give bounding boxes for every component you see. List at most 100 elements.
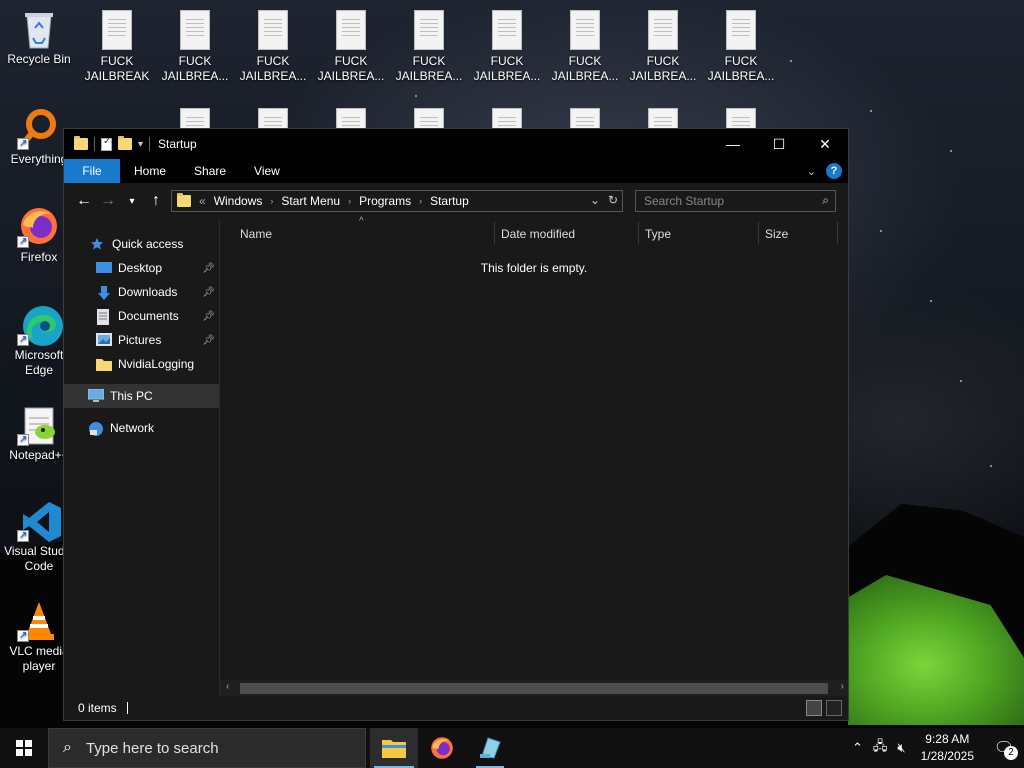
pin-icon[interactable]: 📌︎ — [202, 311, 215, 322]
column-divider[interactable] — [837, 222, 838, 244]
nav-item-label: Documents — [118, 309, 179, 323]
nav-item-quick-access[interactable]: Quick access — [64, 232, 219, 256]
pin-icon[interactable]: 📌︎ — [202, 287, 215, 298]
title-bar[interactable]: ▾ Startup — ☐ ✕ — [64, 129, 848, 159]
status-divider — [126, 702, 128, 714]
details-view-button[interactable] — [806, 700, 822, 716]
network-status-icon[interactable]: 🖧︎ — [873, 737, 888, 759]
address-bar[interactable]: « Windows › Start Menu › Programs › Star… — [171, 190, 623, 212]
desktop-icon-label: Recycle Bin — [7, 52, 71, 66]
ribbon-right-controls: ⌄ ? — [807, 163, 842, 179]
desktop-file-label: FUCK JAILBREA... — [473, 54, 541, 83]
column-header-date-modified[interactable]: Date modified — [501, 227, 575, 241]
breadcrumb-start-menu[interactable]: Start Menu — [281, 194, 340, 208]
action-center-button[interactable]: 🗨︎ 2 — [984, 728, 1024, 768]
pictures-icon — [96, 333, 112, 347]
show-hidden-icons-chevron-icon[interactable]: ⌃ — [852, 740, 863, 756]
taskbar-app-notepadpp[interactable] — [466, 728, 514, 768]
refresh-icon[interactable]: ↻ — [608, 193, 618, 207]
text-file-icon — [180, 10, 210, 50]
tab-view[interactable]: View — [240, 159, 294, 183]
taskbar-search-input[interactable] — [83, 738, 348, 758]
desktop-file-icon[interactable]: FUCK JAILBREA... — [703, 10, 779, 84]
text-file-icon — [648, 10, 678, 50]
scrollbar-thumb[interactable] — [240, 683, 828, 694]
tab-home[interactable]: Home — [120, 159, 180, 183]
maximize-button[interactable]: ☐ — [756, 129, 802, 159]
notepadpp-icon — [480, 737, 501, 759]
scroll-left-icon[interactable]: ‹ — [226, 681, 229, 692]
clock-date: 1/28/2025 — [920, 749, 974, 763]
forward-arrow-icon[interactable]: → — [96, 192, 120, 210]
taskbar-app-file-explorer[interactable] — [370, 728, 418, 768]
file-explorer-window[interactable]: ▾ Startup — ☐ ✕ File Home Share View ⌄ ?… — [63, 128, 849, 721]
nav-item-network[interactable]: Network — [64, 416, 219, 440]
new-folder-icon[interactable] — [118, 136, 132, 150]
breadcrumb-windows[interactable]: Windows — [214, 194, 263, 208]
nav-item-this-pc[interactable]: This PC — [64, 384, 219, 408]
chevron-right-icon[interactable]: › — [419, 196, 422, 206]
nav-item-pictures[interactable]: Pictures 📌︎ — [64, 328, 219, 352]
back-arrow-icon[interactable]: ← — [72, 192, 96, 210]
desktop-file-icon[interactable]: FUCK JAILBREA... — [547, 10, 623, 84]
nav-item-desktop[interactable]: Desktop 📌︎ — [64, 256, 219, 280]
breadcrumb-startup[interactable]: Startup — [430, 194, 469, 208]
clock[interactable]: 9:28 AM 1/28/2025 — [921, 731, 974, 765]
volume-muted-icon[interactable]: 🔇︎ — [897, 740, 905, 756]
folder-icon — [96, 357, 112, 371]
scroll-right-icon[interactable]: › — [841, 681, 844, 692]
tab-file[interactable]: File — [64, 159, 120, 183]
text-file-icon — [414, 10, 444, 50]
nav-item-documents[interactable]: Documents 📌︎ — [64, 304, 219, 328]
search-icon: ⌕ — [63, 739, 72, 756]
help-icon[interactable]: ? — [826, 163, 842, 179]
chevron-right-icon[interactable]: › — [348, 196, 351, 206]
desktop-file-icon[interactable]: FUCK JAILBREAK — [79, 10, 155, 84]
desktop-file-icon[interactable]: FUCK JAILBREA... — [313, 10, 389, 84]
horizontal-scrollbar[interactable]: ‹ › — [220, 680, 848, 696]
window-title: Startup — [158, 137, 197, 151]
start-button[interactable] — [0, 728, 48, 768]
column-divider[interactable] — [494, 222, 495, 244]
taskbar-app-firefox[interactable] — [418, 728, 466, 768]
breadcrumb-programs[interactable]: Programs — [359, 194, 411, 208]
column-header-type[interactable]: Type — [645, 227, 671, 241]
desktop-file-icon[interactable]: FUCK JAILBREA... — [235, 10, 311, 84]
desktop-icon-recycle-bin[interactable]: Recycle Bin — [1, 8, 77, 67]
shortcut-arrow-icon — [17, 136, 29, 151]
tab-share[interactable]: Share — [180, 159, 240, 183]
properties-icon[interactable] — [101, 136, 112, 151]
pin-icon[interactable]: 📌︎ — [202, 263, 215, 274]
recent-locations-chevron-icon[interactable]: ▾ — [120, 196, 144, 207]
pin-icon[interactable]: 📌︎ — [202, 335, 215, 346]
address-history-chevron-icon[interactable]: ⌄ — [590, 193, 600, 207]
taskbar-search-box[interactable]: ⌕ — [48, 728, 366, 768]
navigation-pane[interactable]: Quick access Desktop 📌︎ Downloads 📌︎ Doc… — [64, 219, 220, 696]
text-file-icon — [102, 10, 132, 50]
chevron-right-icon[interactable]: › — [270, 196, 273, 206]
up-arrow-icon[interactable]: ↑ — [144, 192, 168, 210]
nav-item-label: Network — [110, 421, 155, 435]
close-button[interactable]: ✕ — [802, 129, 848, 159]
search-box[interactable]: ⌕ — [635, 190, 836, 212]
desktop-file-label: FUCK JAILBREAK — [84, 54, 150, 83]
search-input[interactable] — [642, 193, 816, 209]
nav-item-nvidialogging[interactable]: NvidiaLogging — [64, 352, 219, 376]
file-list-pane[interactable]: ^ Name Date modified Type Size This fold… — [220, 216, 848, 696]
desktop-file-icon[interactable]: FUCK JAILBREA... — [157, 10, 233, 84]
minimize-button[interactable]: — — [710, 129, 756, 159]
column-divider[interactable] — [758, 222, 759, 244]
desktop-file-icon[interactable]: FUCK JAILBREA... — [625, 10, 701, 84]
desktop-file-icon[interactable]: FUCK JAILBREA... — [469, 10, 545, 84]
column-headers: ^ Name Date modified Type Size — [220, 216, 848, 247]
breadcrumb-overflow[interactable]: « — [199, 194, 206, 208]
column-divider[interactable] — [638, 222, 639, 244]
column-header-size[interactable]: Size — [765, 227, 788, 241]
customize-toolbar-dropdown[interactable]: ▾ — [138, 139, 143, 150]
network-icon — [88, 421, 104, 436]
expand-ribbon-chevron-icon[interactable]: ⌄ — [807, 165, 816, 178]
large-icons-view-button[interactable] — [826, 700, 842, 716]
desktop-file-icon[interactable]: FUCK JAILBREA... — [391, 10, 467, 84]
nav-item-downloads[interactable]: Downloads 📌︎ — [64, 280, 219, 304]
column-header-name[interactable]: Name — [240, 227, 272, 241]
